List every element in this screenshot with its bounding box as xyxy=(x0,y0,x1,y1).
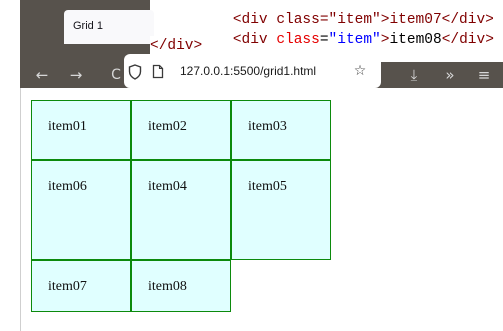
page-icon[interactable] xyxy=(152,54,166,88)
grid-item-04: item04 xyxy=(131,160,231,260)
grid-item-03: item03 xyxy=(231,100,331,160)
shield-icon[interactable] xyxy=(128,54,144,88)
code-text: item08 xyxy=(389,32,442,48)
url-text[interactable]: 127.0.0.1:5500/grid1.html xyxy=(180,54,340,88)
url-fade xyxy=(320,60,340,82)
download-icon[interactable]: ⤓ xyxy=(404,62,424,88)
browser-tabstrip: Grid 1 xyxy=(20,0,154,62)
code-line-close: </div> xyxy=(150,36,207,56)
code-tag-end: </div> xyxy=(441,32,494,48)
code-tag-open: <div xyxy=(232,32,268,48)
browser-tab[interactable]: Grid 1 xyxy=(64,10,154,44)
grid-item-02: item02 xyxy=(131,100,231,160)
menu-icon[interactable]: ≡ xyxy=(474,62,494,88)
forward-icon[interactable]: → xyxy=(66,62,86,88)
reload-icon[interactable]: C xyxy=(106,62,126,88)
tab-title: Grid 1 xyxy=(73,20,103,32)
code-eq: = xyxy=(319,32,329,48)
back-icon[interactable]: ← xyxy=(32,62,52,88)
code-line-partial: <div class="item">item07</div> xyxy=(198,0,494,28)
grid-container: item01 item02 item03 item04 item05 item0… xyxy=(31,100,331,312)
grid-item-01: item01 xyxy=(31,100,131,160)
code-line-item08: <div class="item">item08</div> xyxy=(198,10,494,48)
code-tag-end: </div> xyxy=(150,38,203,54)
star-icon[interactable]: ☆ xyxy=(352,54,368,88)
grid-item-06: item06 xyxy=(31,160,131,260)
url-bar[interactable]: 127.0.0.1:5500/grid1.html ☆ xyxy=(124,54,381,88)
overflow-icon[interactable]: » xyxy=(440,62,460,88)
grid-item-05: item05 xyxy=(231,160,331,260)
grid-item-07: item07 xyxy=(31,260,131,312)
code-value: "item" xyxy=(328,32,381,48)
code-attr: class xyxy=(267,32,320,48)
page-viewport: item01 item02 item03 item04 item05 item0… xyxy=(20,88,503,331)
grid-item-08: item08 xyxy=(131,260,231,312)
